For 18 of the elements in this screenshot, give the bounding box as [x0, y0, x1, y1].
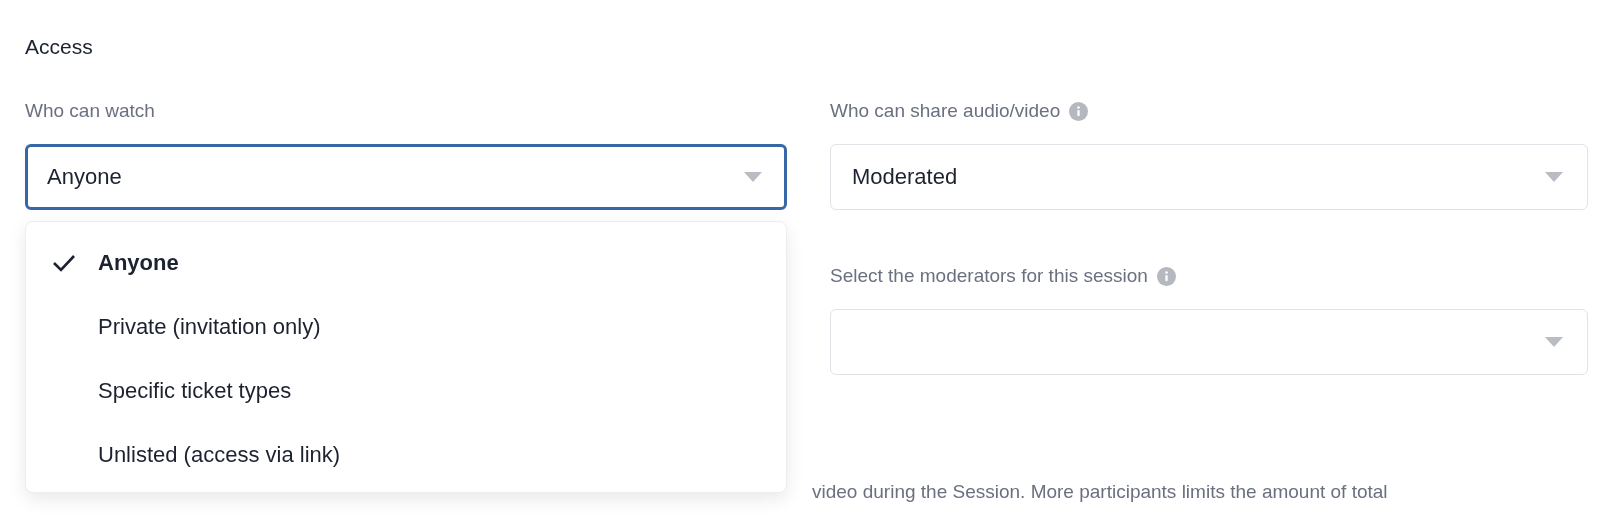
description-text: video during the Session. More participants limits the amount of total	[812, 481, 1388, 502]
select-field[interactable]	[830, 309, 1588, 375]
menu-option[interactable]: Anyone	[26, 231, 786, 295]
menu-option[interactable]: Private (invitation only)	[26, 295, 786, 359]
menu-option[interactable]: Specific ticket types	[26, 359, 786, 423]
menu-option[interactable]: Unlisted (access via link)	[26, 423, 786, 487]
field-label: Who can share audio/video	[830, 100, 1061, 122]
caret-icon	[744, 172, 762, 182]
caret-icon	[1545, 337, 1563, 347]
field-label: Select the moderators for this session	[830, 265, 1148, 287]
check-icon	[52, 254, 76, 272]
info-icon[interactable]	[1156, 266, 1176, 286]
select-field[interactable]: Moderated	[830, 144, 1588, 210]
field-label: Who can watch	[25, 100, 155, 122]
select-field[interactable]: Anyone	[25, 144, 787, 210]
caret-icon	[1545, 172, 1563, 182]
section-title: Access	[25, 34, 94, 60]
info-icon[interactable]	[1069, 101, 1089, 121]
